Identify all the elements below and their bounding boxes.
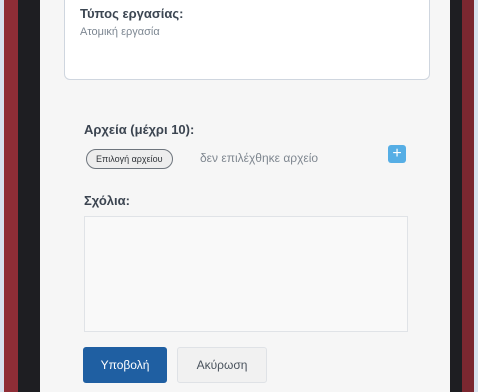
add-file-button[interactable]: + [388, 145, 406, 163]
phone-right-edge [462, 0, 474, 392]
phone-frame: Τύπος εργασίας: Ατομική εργασία Αρχεία (… [4, 0, 474, 392]
comments-label: Σχόλια: [84, 193, 130, 208]
choose-file-button[interactable]: Επιλογή αρχείου [86, 149, 173, 169]
comments-textarea[interactable] [84, 216, 408, 332]
cancel-button[interactable]: Ακύρωση [177, 347, 267, 383]
task-type-value: Ατομική εργασία [80, 26, 160, 38]
submit-button[interactable]: Υποβολή [83, 347, 167, 383]
file-status-text: δεν επιλέχθηκε αρχείο [200, 151, 319, 165]
files-label: Αρχεία (μέχρι 10): [84, 122, 195, 137]
phone-left-edge [4, 0, 18, 392]
task-type-label: Τύπος εργασίας: [80, 6, 184, 21]
phone-screen: Τύπος εργασίας: Ατομική εργασία Αρχεία (… [40, 0, 450, 392]
plus-icon: + [392, 145, 402, 162]
